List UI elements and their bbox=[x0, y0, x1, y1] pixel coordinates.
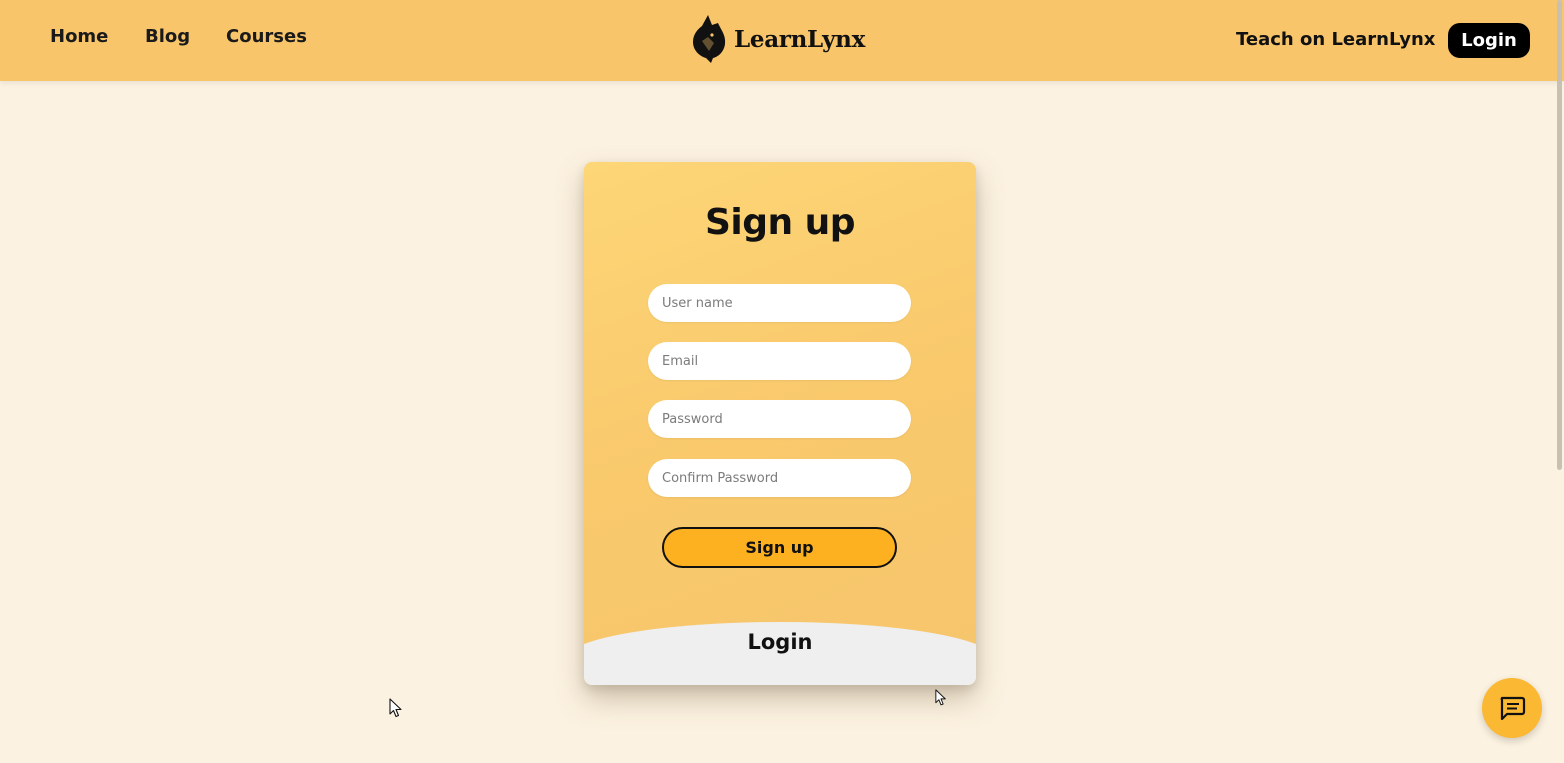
top-navigation-bar: Home Blog Courses LearnLynx Teach on Lea… bbox=[0, 0, 1564, 81]
header-login-button[interactable]: Login bbox=[1448, 23, 1530, 58]
nav-home-link[interactable]: Home bbox=[50, 26, 108, 47]
confirm-password-field[interactable] bbox=[648, 459, 911, 497]
email-field[interactable] bbox=[648, 342, 911, 380]
nav-blog-link[interactable]: Blog bbox=[145, 26, 190, 47]
mouse-pointer-icon bbox=[935, 689, 946, 706]
logo-text: LearnLynx bbox=[734, 25, 865, 53]
login-panel-label[interactable]: Login bbox=[584, 630, 976, 654]
signup-submit-button[interactable]: Sign up bbox=[662, 527, 897, 568]
chat-bubble-icon bbox=[1500, 696, 1526, 721]
teach-on-learnlynx-link[interactable]: Teach on LearnLynx bbox=[1236, 29, 1435, 50]
password-field[interactable] bbox=[648, 400, 911, 438]
nav-courses-link[interactable]: Courses bbox=[226, 26, 307, 47]
brand-logo[interactable]: LearnLynx bbox=[690, 13, 865, 65]
signup-title: Sign up bbox=[704, 202, 856, 243]
username-field[interactable] bbox=[648, 284, 911, 322]
lynx-head-icon bbox=[693, 15, 726, 63]
mouse-pointer-icon bbox=[389, 698, 402, 718]
page-scrollbar[interactable] bbox=[1557, 0, 1562, 470]
chat-button[interactable] bbox=[1482, 678, 1542, 738]
signup-card: Sign up Sign up Login bbox=[584, 162, 976, 685]
